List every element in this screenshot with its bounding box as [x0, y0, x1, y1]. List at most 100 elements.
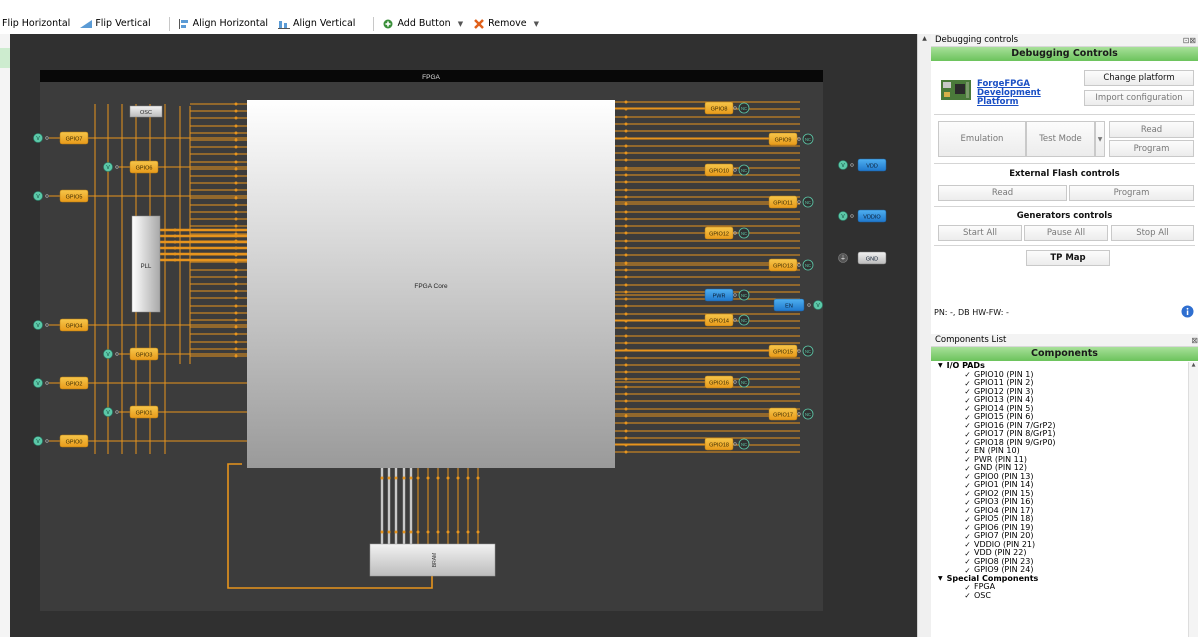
- checkbox-checked-icon[interactable]: ✓: [964, 388, 971, 396]
- test-mode-dropdown-icon[interactable]: ▼: [1095, 121, 1105, 157]
- list-item[interactable]: ✓ GPIO7 (PIN 20): [932, 531, 1188, 541]
- list-item[interactable]: ✓ GPIO17 (PIN 8/GrP1): [932, 429, 1188, 439]
- gpio-label: GPIO13: [773, 264, 793, 270]
- list-item[interactable]: ✓ GPIO3 (PIN 16): [932, 497, 1188, 507]
- flip-vertical-button[interactable]: Flip Vertical: [80, 18, 151, 29]
- list-item[interactable]: ✓ GPIO13 (PIN 4): [932, 395, 1188, 405]
- flash-read-button[interactable]: Read: [938, 185, 1067, 201]
- list-item[interactable]: ✓ GPIO14 (PIN 5): [932, 404, 1188, 414]
- flash-program-button[interactable]: Program: [1069, 185, 1194, 201]
- canvas-vertical-scrollbar[interactable]: ▲: [917, 34, 931, 637]
- left-gutter-tab[interactable]: [0, 48, 10, 68]
- expand-arrow-icon[interactable]: ▼: [938, 362, 943, 371]
- expand-arrow-icon[interactable]: ▼: [938, 575, 943, 584]
- remove-button[interactable]: Remove ▼: [473, 18, 539, 29]
- checkbox-checked-icon[interactable]: ✓: [964, 371, 971, 379]
- list-item[interactable]: ✓ GPIO6 (PIN 19): [932, 523, 1188, 533]
- checkbox-checked-icon[interactable]: ✓: [964, 456, 971, 464]
- list-item[interactable]: ✓ GPIO16 (PIN 7/GrP2): [932, 421, 1188, 431]
- checkbox-checked-icon[interactable]: ✓: [964, 439, 971, 447]
- checkbox-checked-icon[interactable]: ✓: [964, 380, 971, 388]
- add-button-dropdown-icon[interactable]: ▼: [458, 20, 463, 28]
- list-item[interactable]: ✓ OSC: [932, 591, 1188, 601]
- list-item[interactable]: ✓ GPIO1 (PIN 14): [932, 480, 1188, 490]
- checkbox-checked-icon[interactable]: ✓: [964, 414, 971, 422]
- pll-label: PLL: [141, 264, 152, 270]
- checkbox-checked-icon[interactable]: ✓: [964, 499, 971, 507]
- window-float-close-icon[interactable]: ⊡⊠: [1183, 36, 1198, 45]
- components-close-icon[interactable]: ⊠: [1191, 336, 1198, 345]
- list-item[interactable]: ✓ PWR (PIN 11): [932, 455, 1188, 465]
- no-connect-symbol: NC: [805, 137, 811, 142]
- design-canvas[interactable]: FPGA V GPIO7 V GPIO6 V GPIO5 V GPIO4 V GPIO3 V GPIO…: [10, 34, 917, 637]
- checkbox-checked-icon[interactable]: ✓: [964, 405, 971, 413]
- flip-vertical-label: Flip Vertical: [95, 18, 151, 29]
- checkbox-checked-icon[interactable]: ✓: [964, 541, 971, 549]
- wire-junction: [624, 370, 628, 374]
- start-all-button[interactable]: Start All: [938, 225, 1022, 241]
- components-scrollbar[interactable]: ▲: [1188, 362, 1198, 637]
- checkbox-checked-icon[interactable]: ✓: [964, 516, 971, 524]
- checkbox-checked-icon[interactable]: ✓: [964, 397, 971, 405]
- read-button[interactable]: Read: [1109, 121, 1194, 138]
- wire-junction: [234, 296, 238, 300]
- test-mode-button[interactable]: Test Mode: [1026, 121, 1095, 157]
- pause-all-button[interactable]: Pause All: [1024, 225, 1108, 241]
- flip-horizontal-button[interactable]: Flip Horizontal: [2, 18, 70, 29]
- checkbox-checked-icon[interactable]: ✓: [964, 550, 971, 558]
- add-button-button[interactable]: Add Button ▼: [382, 18, 463, 29]
- list-item[interactable]: ✓ GPIO11 (PIN 2): [932, 378, 1188, 388]
- checkbox-checked-icon[interactable]: ✓: [964, 533, 971, 541]
- platform-link[interactable]: ForgeFPGA Development Platform: [977, 80, 1077, 107]
- info-icon[interactable]: [1181, 305, 1194, 318]
- list-item[interactable]: ✓ GPIO8 (PIN 23): [932, 557, 1188, 567]
- align-vertical-button[interactable]: Align Vertical: [278, 18, 355, 29]
- tp-map-button[interactable]: TP Map: [1026, 250, 1110, 266]
- checkbox-checked-icon[interactable]: ✓: [964, 558, 971, 566]
- list-item[interactable]: ✓ EN (PIN 10): [932, 446, 1188, 456]
- list-item[interactable]: ✓ GPIO12 (PIN 3): [932, 387, 1188, 397]
- tree-group[interactable]: ▼ Special Components: [932, 574, 1188, 584]
- checkbox-checked-icon[interactable]: ✓: [964, 431, 971, 439]
- generators-title: Generators controls: [1016, 211, 1113, 221]
- list-item[interactable]: ✓ GPIO4 (PIN 17): [932, 506, 1188, 516]
- checkbox-checked-icon[interactable]: ✓: [964, 507, 971, 515]
- stop-all-button[interactable]: Stop All: [1111, 225, 1194, 241]
- wire-junction: [624, 392, 628, 396]
- list-item[interactable]: ✓ GPIO18 (PIN 9/GrP0): [932, 438, 1188, 448]
- checkbox-checked-icon[interactable]: ✓: [964, 584, 971, 592]
- scroll-up-arrow-icon[interactable]: ▲: [918, 35, 931, 42]
- checkbox-checked-icon[interactable]: ✓: [964, 567, 971, 575]
- align-horizontal-button[interactable]: Align Horizontal: [178, 18, 268, 29]
- wire-junction: [234, 258, 238, 262]
- list-item[interactable]: ✓ VDD (PIN 22): [932, 548, 1188, 558]
- import-configuration-button[interactable]: Import configuration: [1084, 90, 1194, 106]
- list-item[interactable]: ✓ FPGA: [932, 582, 1188, 592]
- checkbox-checked-icon[interactable]: ✓: [964, 592, 971, 600]
- remove-dropdown-icon[interactable]: ▼: [534, 20, 539, 28]
- wire-junction: [466, 476, 470, 480]
- fpga-schematic[interactable]: FPGA V GPIO7V GPIO6V GPIO5V GPIO4V GPIO3V GPIO…: [10, 34, 917, 637]
- components-scroll-up-icon[interactable]: ▲: [1189, 362, 1198, 368]
- list-item[interactable]: ✓ GPIO10 (PIN 1): [932, 370, 1188, 380]
- emulation-button[interactable]: Emulation: [938, 121, 1026, 157]
- checkbox-checked-icon[interactable]: ✓: [964, 482, 971, 490]
- checkbox-checked-icon[interactable]: ✓: [964, 422, 971, 430]
- list-item[interactable]: ✓ VDDIO (PIN 21): [932, 540, 1188, 550]
- checkbox-checked-icon[interactable]: ✓: [964, 448, 971, 456]
- program-button[interactable]: Program: [1109, 140, 1194, 157]
- gpio-label: GPIO18: [709, 443, 729, 449]
- list-item[interactable]: ✓ GPIO0 (PIN 13): [932, 472, 1188, 482]
- list-item[interactable]: ✓ GPIO2 (PIN 15): [932, 489, 1188, 499]
- wire-junction: [409, 530, 413, 534]
- list-item[interactable]: ✓ GND (PIN 12): [932, 463, 1188, 473]
- checkbox-checked-icon[interactable]: ✓: [964, 524, 971, 532]
- components-tree[interactable]: ▼ I/O PADs ✓ GPIO10 (PIN 1) ✓ GPIO11 (PIN 2) ✓…: [932, 362, 1188, 637]
- change-platform-button[interactable]: Change platform: [1084, 70, 1194, 86]
- checkbox-checked-icon[interactable]: ✓: [964, 465, 971, 473]
- tree-group[interactable]: ▼ I/O PADs: [932, 362, 1188, 371]
- checkbox-checked-icon[interactable]: ✓: [964, 473, 971, 481]
- list-item[interactable]: ✓ GPIO5 (PIN 18): [932, 514, 1188, 524]
- list-item[interactable]: ✓ GPIO15 (PIN 6): [932, 412, 1188, 422]
- checkbox-checked-icon[interactable]: ✓: [964, 490, 971, 498]
